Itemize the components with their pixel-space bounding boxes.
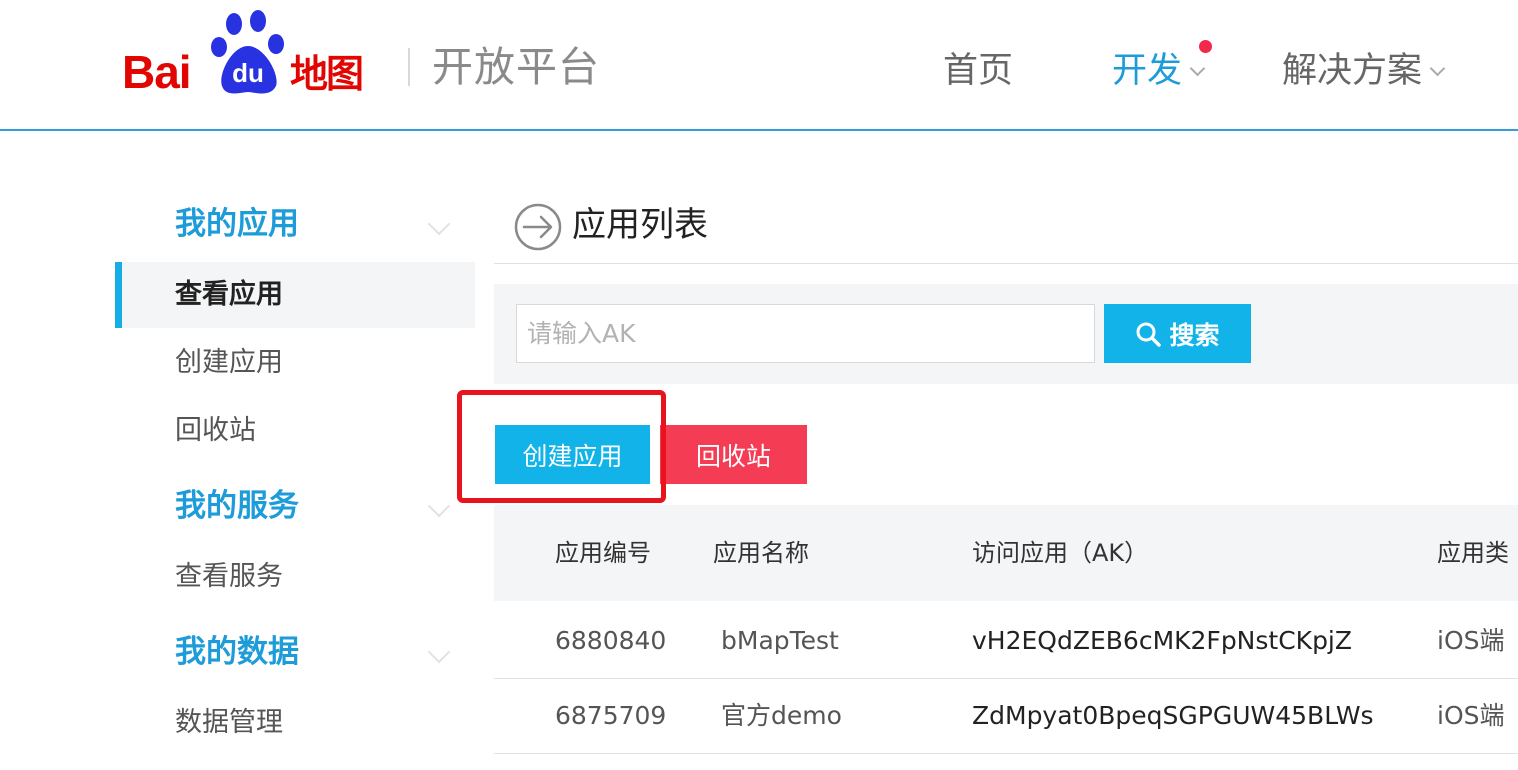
sidebar-section-my-data[interactable]: 我的数据	[175, 632, 299, 672]
cell-app-type: iOS端	[1437, 626, 1505, 655]
column-header-ak: 访问应用（AK）	[972, 539, 1149, 567]
page: Bai du 地图 开放平台 首页 开发 解决方案 我的应用 查看应用 创建应用…	[0, 0, 1518, 770]
search-button-label: 搜索	[1169, 320, 1220, 350]
sidebar-item-data-management[interactable]: 数据管理	[115, 690, 475, 756]
annotation-highlight-box	[457, 390, 666, 503]
cell-app-name[interactable]: 官方demo	[721, 679, 842, 753]
nav-solutions-label: 解决方案	[1282, 51, 1423, 91]
sidebar-section-my-services[interactable]: 我的服务	[175, 486, 299, 526]
chevron-down-icon	[1189, 60, 1206, 77]
platform-name: 开放平台	[432, 43, 600, 91]
cell-ak[interactable]: vH2EQdZEB6cMK2FpNstCKpjZ	[972, 604, 1352, 678]
top-header: Bai du 地图 开放平台 首页 开发 解决方案	[0, 0, 1518, 131]
table-header: 应用编号 应用名称 访问应用（AK） 应用类	[494, 505, 1518, 601]
table-row[interactable]: 6880840 bMapTest vH2EQdZEB6cMK2FpNstCKpj…	[494, 604, 1518, 679]
recycle-bin-button[interactable]: 回收站	[660, 425, 807, 484]
sidebar-item-create-app[interactable]: 创建应用	[115, 330, 475, 396]
search-icon	[1136, 322, 1162, 347]
search-button[interactable]: 搜索	[1104, 304, 1251, 363]
chevron-down-icon	[1429, 60, 1446, 77]
nav-home-label: 首页	[943, 51, 1014, 91]
table-row[interactable]: 6875709 官方demo ZdMpyat0BpeqSGPGUW45BLWs …	[494, 679, 1518, 754]
logo-text-ditu: 地图	[290, 52, 364, 96]
nav-develop-label: 开发	[1112, 51, 1183, 91]
cell-app-id: 6880840	[555, 626, 667, 655]
cell-app-type: iOS端	[1437, 701, 1505, 730]
sidebar-item-view-services[interactable]: 查看服务	[115, 544, 475, 610]
ak-search-input[interactable]	[516, 304, 1095, 363]
logo-text-bai: Bai	[122, 46, 192, 98]
column-header-app-name: 应用名称	[713, 539, 809, 567]
logo-text-du: du	[232, 58, 264, 88]
nav-home[interactable]: 首页	[943, 48, 1013, 94]
column-header-app-type: 应用类	[1437, 539, 1509, 567]
arrow-right-circle-icon	[514, 203, 562, 251]
paw-logo-icon: du	[211, 10, 284, 94]
nav-develop[interactable]: 开发	[1112, 48, 1206, 94]
chevron-down-icon[interactable]	[427, 640, 451, 664]
title-divider	[494, 263, 1518, 264]
page-title: 应用列表	[572, 205, 708, 245]
sidebar-item-recycle-bin[interactable]: 回收站	[115, 398, 475, 464]
search-panel: 搜索	[494, 284, 1518, 384]
cell-app-id: 6875709	[555, 701, 667, 730]
chevron-down-icon[interactable]	[427, 212, 451, 236]
notification-dot	[1199, 40, 1212, 53]
cell-app-name[interactable]: bMapTest	[721, 604, 839, 678]
cell-ak[interactable]: ZdMpyat0BpeqSGPGUW45BLWs	[972, 679, 1374, 753]
chevron-down-icon[interactable]	[427, 494, 451, 518]
nav-solutions[interactable]: 解决方案	[1282, 48, 1446, 94]
sidebar-item-view-apps[interactable]: 查看应用	[115, 262, 475, 328]
logo-divider	[408, 48, 410, 86]
baidu-map-logo[interactable]: Bai du 地图	[122, 10, 382, 100]
column-header-app-id: 应用编号	[555, 539, 651, 567]
sidebar-section-my-apps[interactable]: 我的应用	[175, 204, 299, 244]
